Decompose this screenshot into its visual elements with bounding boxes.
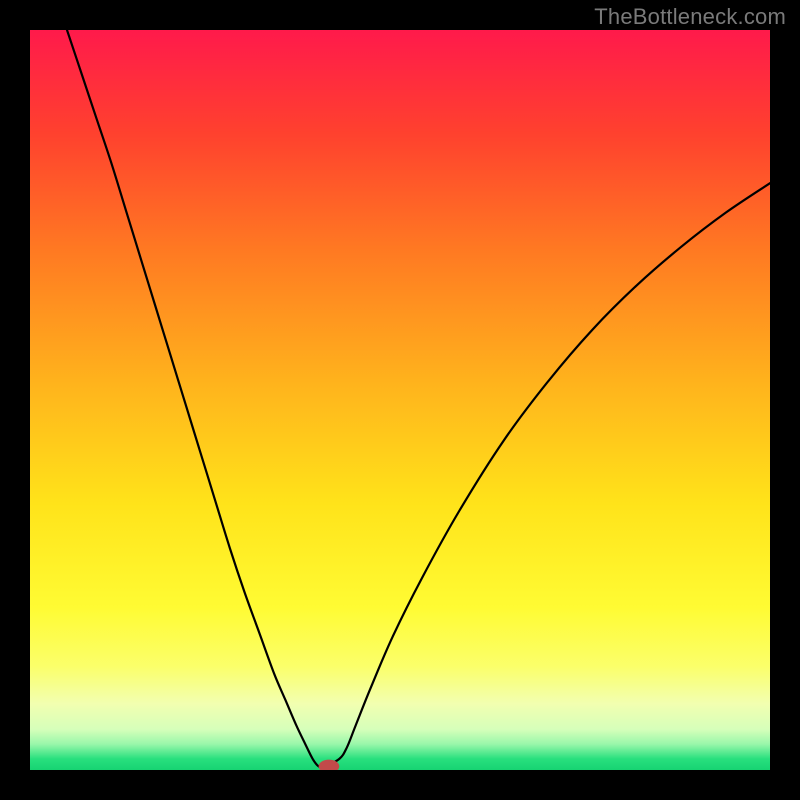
chart-frame: TheBottleneck.com	[0, 0, 800, 800]
bottleneck-chart	[30, 30, 770, 770]
watermark-text: TheBottleneck.com	[594, 4, 786, 30]
heat-background	[30, 30, 770, 770]
